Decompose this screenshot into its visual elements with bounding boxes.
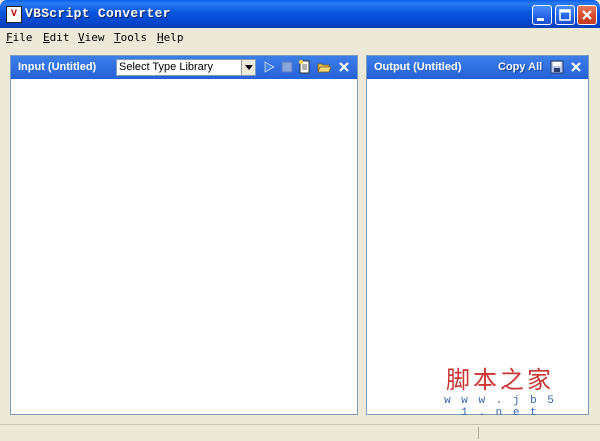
stop-icon[interactable] <box>280 60 294 74</box>
close-input-icon[interactable] <box>337 60 351 74</box>
close-icon <box>582 10 592 20</box>
title-bar[interactable]: V VBScript Converter <box>0 0 600 28</box>
app-icon[interactable]: V <box>6 6 22 23</box>
status-bar <box>0 424 600 441</box>
input-editor[interactable] <box>11 79 357 414</box>
close-window-button[interactable] <box>577 5 597 25</box>
input-panel: Input (Untitled) Select Type Library <box>10 55 358 415</box>
menu-view[interactable]: View <box>78 31 105 44</box>
input-panel-title: Input (Untitled) <box>18 61 97 73</box>
dropdown-button[interactable] <box>241 60 255 75</box>
minimize-icon <box>537 18 544 21</box>
output-panel-header: Output (Untitled) Copy All <box>367 56 588 79</box>
watermark-text: 脚本之家 <box>446 366 554 394</box>
maximize-button[interactable] <box>555 5 575 25</box>
copy-all-button[interactable]: Copy All <box>498 61 542 73</box>
minimize-button[interactable] <box>532 5 552 25</box>
input-panel-header: Input (Untitled) Select Type Library <box>11 56 357 79</box>
menu-tools[interactable]: Tools <box>114 31 147 44</box>
menu-bar: File Edit View Tools Help <box>0 28 600 48</box>
watermark: 脚本之家 w w w . j b 5 1 . n e t <box>440 360 560 419</box>
output-panel-title: Output (Untitled) <box>374 61 462 73</box>
menu-help[interactable]: Help <box>157 31 184 44</box>
app-window: V VBScript Converter File Edit View Tool… <box>0 0 600 441</box>
window-title: VBScript Converter <box>25 6 171 21</box>
save-icon[interactable] <box>550 60 564 74</box>
maximize-icon <box>559 9 571 21</box>
chevron-down-icon <box>245 65 253 70</box>
menu-edit[interactable]: Edit <box>43 31 70 44</box>
menu-file[interactable]: File <box>6 31 33 44</box>
status-separator <box>478 427 479 439</box>
open-folder-icon[interactable] <box>317 60 331 74</box>
run-icon[interactable] <box>262 60 276 74</box>
new-document-icon[interactable] <box>298 60 312 74</box>
type-library-select[interactable]: Select Type Library <box>116 59 256 76</box>
close-output-icon[interactable] <box>569 60 583 74</box>
watermark-url: w w w . j b 5 1 . n e t <box>444 395 556 419</box>
type-library-value: Select Type Library <box>119 61 213 73</box>
